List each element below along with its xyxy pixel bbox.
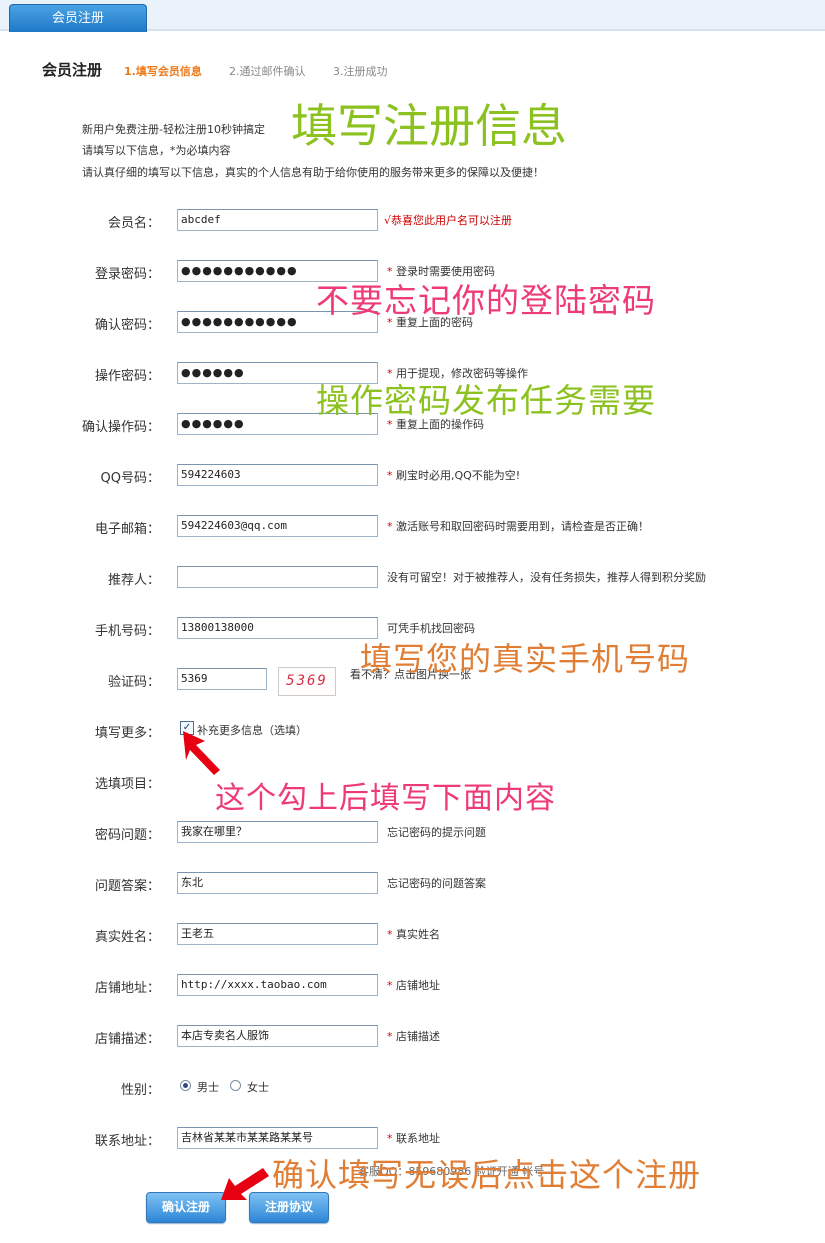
gender-female-radio[interactable] <box>230 1080 241 1091</box>
submit-button[interactable]: 确认注册 <box>146 1192 226 1223</box>
step-2: 2.通过邮件确认 <box>229 65 306 78</box>
username-input[interactable]: abcdef <box>177 209 378 231</box>
step-3: 3.注册成功 <box>333 65 388 78</box>
security-answer-hint: 忘记密码的问题答案 <box>387 877 486 890</box>
username-label: 会员名： <box>107 216 160 231</box>
username-status: √恭喜您此用户名可以注册 <box>384 214 513 227</box>
gender-male-label[interactable]: 男士 <box>197 1079 219 1095</box>
security-question-input[interactable]: 我家在哪里？ <box>177 821 378 843</box>
password-label: 登录密码： <box>94 267 160 282</box>
qq-hint: * 刷宝时必用,QQ不能为空! <box>387 469 521 482</box>
annotation-fill-info: 填写注册信息 <box>291 99 567 153</box>
shop-desc-hint: * 店铺描述 <box>387 1030 440 1043</box>
real-name-hint: * 真实姓名 <box>387 928 440 941</box>
more-label: 填写更多： <box>94 726 160 741</box>
gender-male-radio[interactable] <box>180 1080 191 1091</box>
annotation-click-register: 确认填写无误后点击这个注册 <box>272 1156 702 1194</box>
shop-url-input[interactable]: http://xxxx.taobao.com <box>177 974 378 996</box>
gender-female-label[interactable]: 女士 <box>247 1079 269 1095</box>
real-name-label: 真实姓名： <box>94 930 160 945</box>
op-password-confirm-label: 确认操作码： <box>81 420 160 435</box>
email-hint: * 激活账号和取回密码时需要用到，请检查是否正确！ <box>387 520 649 533</box>
shop-url-label: 店铺地址： <box>94 981 160 996</box>
security-question-label: 密码问题： <box>94 828 160 843</box>
referrer-hint: 没有可留空！对于被推荐人，没有任务损失，推荐人得到积分奖励 <box>387 571 706 584</box>
arrow-to-checkbox-icon <box>183 731 220 775</box>
referrer-label: 推荐人： <box>107 573 160 588</box>
captcha-image[interactable]: 5369 <box>278 667 336 696</box>
email-input[interactable]: 594224603@qq.com <box>177 515 378 537</box>
annotation-op-password: 操作密码发布任务需要 <box>316 381 656 420</box>
intro-line-2: 请填写以下信息，*为必填内容 <box>82 144 231 157</box>
shop-desc-label: 店铺描述： <box>94 1032 160 1047</box>
intro-line-3: 请认真仔细的填写以下信息，真实的个人信息有助于给你使用的服务带来更多的保障以及便… <box>82 166 544 179</box>
captcha-input[interactable]: 5369 <box>177 668 267 690</box>
address-label: 联系地址： <box>94 1134 160 1149</box>
shop-url-hint: * 店铺地址 <box>387 979 440 992</box>
optional-label: 选填项目： <box>94 777 160 792</box>
intro-line-1: 新用户免费注册-轻松注册10秒钟搞定 <box>82 123 265 136</box>
tab-member-register[interactable]: 会员注册 <box>9 4 147 32</box>
security-question-hint: 忘记密码的提示问题 <box>387 826 486 839</box>
address-input[interactable]: 吉林省某某市某某路某某号 <box>177 1127 378 1149</box>
email-label: 电子邮箱： <box>94 522 160 537</box>
security-answer-input[interactable]: 东北 <box>177 872 378 894</box>
arrow-to-submit-icon <box>221 1168 269 1200</box>
security-answer-label: 问题答案： <box>94 879 160 894</box>
step-1: 1.填写会员信息 <box>124 65 202 78</box>
shop-desc-input[interactable]: 本店专卖名人服饰 <box>177 1025 378 1047</box>
annotation-real-phone: 填写您的真实手机号码 <box>360 640 691 678</box>
password-confirm-label: 确认密码： <box>94 318 160 333</box>
annotation-remember-password: 不要忘记你的登陆密码 <box>316 281 656 320</box>
phone-label: 手机号码： <box>94 624 160 639</box>
real-name-input[interactable]: 王老五 <box>177 923 378 945</box>
gender-label: 性别： <box>120 1083 160 1098</box>
address-hint: * 联系地址 <box>387 1132 440 1145</box>
qq-input[interactable]: 594224603 <box>177 464 378 486</box>
qq-label: QQ号码： <box>100 471 160 486</box>
referrer-input[interactable] <box>177 566 378 588</box>
op-password-label: 操作密码： <box>94 369 160 384</box>
captcha-label: 验证码： <box>107 675 160 690</box>
annotation-check-box: 这个勾上后填写下面内容 <box>215 781 556 816</box>
phone-input[interactable]: 13800138000 <box>177 617 378 639</box>
page-title: 会员注册 <box>42 61 103 79</box>
